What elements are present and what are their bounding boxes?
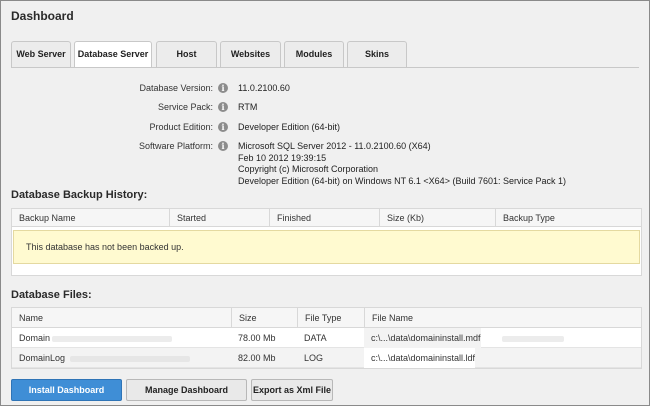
property-value: Developer Edition (64-bit) <box>238 122 341 132</box>
info-icon: i <box>218 141 228 151</box>
property-label: Product Edition: <box>149 122 213 132</box>
tab-database-server[interactable]: Database Server <box>74 41 152 68</box>
tab-skins[interactable]: Skins <box>347 41 407 67</box>
database-files-title: Database Files: <box>11 289 92 301</box>
column-header[interactable]: Size (Kb) <box>379 209 495 227</box>
table-row[interactable]: DomainLog 82.00 Mb LOG c:\...\data\domai… <box>12 348 641 368</box>
column-header[interactable]: Name <box>12 308 231 328</box>
dashboard-window: Dashboard Web Server Database Server Hos… <box>0 0 650 406</box>
file-type-cell: LOG <box>304 353 324 363</box>
tab-divider <box>11 67 639 68</box>
redacted-bar <box>52 336 172 342</box>
info-icon: i <box>218 83 228 93</box>
property-value-line: Feb 10 2012 19:39:15 <box>238 152 327 163</box>
property-value-line: Copyright (c) Microsoft Corporation <box>238 164 379 174</box>
export-xml-button[interactable]: Export as Xml File <box>251 379 333 401</box>
property-label: Database Version: <box>139 83 213 93</box>
tab-modules[interactable]: Modules <box>284 41 344 67</box>
no-backups-notice: This database has not been backed up. <box>13 230 640 264</box>
info-icon: i <box>218 122 228 132</box>
column-header[interactable]: Finished <box>269 209 379 227</box>
property-value-line: Developer Edition (64-bit) on Windows NT… <box>238 175 566 186</box>
redacted-bar <box>70 356 190 362</box>
files-table-header: Name Size File Type File Name <box>12 308 641 328</box>
tab-web-server[interactable]: Web Server <box>11 41 71 67</box>
table-row[interactable]: Domain 78.00 Mb DATA c:\...\data\domaini… <box>12 328 641 348</box>
property-label: Software Platform: <box>138 141 213 151</box>
file-size-cell: 82.00 Mb <box>238 353 276 363</box>
column-header[interactable]: Started <box>169 209 269 227</box>
backup-history-table: Backup Name Started Finished Size (Kb) B… <box>11 208 642 276</box>
property-value: RTM <box>238 102 258 112</box>
column-header[interactable]: Backup Type <box>495 209 641 227</box>
database-files-table: Name Size File Type File Name Domain 78.… <box>11 307 642 369</box>
info-icon: i <box>218 102 228 112</box>
file-name-cell: DomainLog <box>19 353 66 363</box>
property-value: 11.0.2100.60 <box>238 83 290 93</box>
file-name-cell: Domain <box>19 333 51 343</box>
column-header[interactable]: File Name <box>364 308 641 328</box>
column-header[interactable]: Size <box>231 308 297 328</box>
property-label: Service Pack: <box>157 102 213 112</box>
manage-dashboard-controls-button[interactable]: Manage Dashboard Controls <box>126 379 247 401</box>
tab-host[interactable]: Host <box>156 41 217 67</box>
redacted-bar <box>502 336 564 342</box>
file-type-cell: DATA <box>304 333 327 343</box>
column-header[interactable]: Backup Name <box>12 209 169 227</box>
backup-history-title: Database Backup History: <box>11 189 148 201</box>
property-value-line: Microsoft SQL Server 2012 - 11.0.2100.60… <box>238 141 431 151</box>
file-size-cell: 78.00 Mb <box>238 333 276 343</box>
tab-websites[interactable]: Websites <box>220 41 281 67</box>
file-path-cell: c:\...\data\domaininstall.ldf <box>364 348 476 368</box>
install-dashboard-control-button[interactable]: Install Dashboard Control <box>11 379 122 401</box>
column-header[interactable]: File Type <box>297 308 364 328</box>
backup-table-header: Backup Name Started Finished Size (Kb) B… <box>12 209 641 227</box>
page-title: Dashboard <box>11 9 74 23</box>
file-path-cell: c:\...\data\domaininstall.mdf <box>364 328 481 348</box>
